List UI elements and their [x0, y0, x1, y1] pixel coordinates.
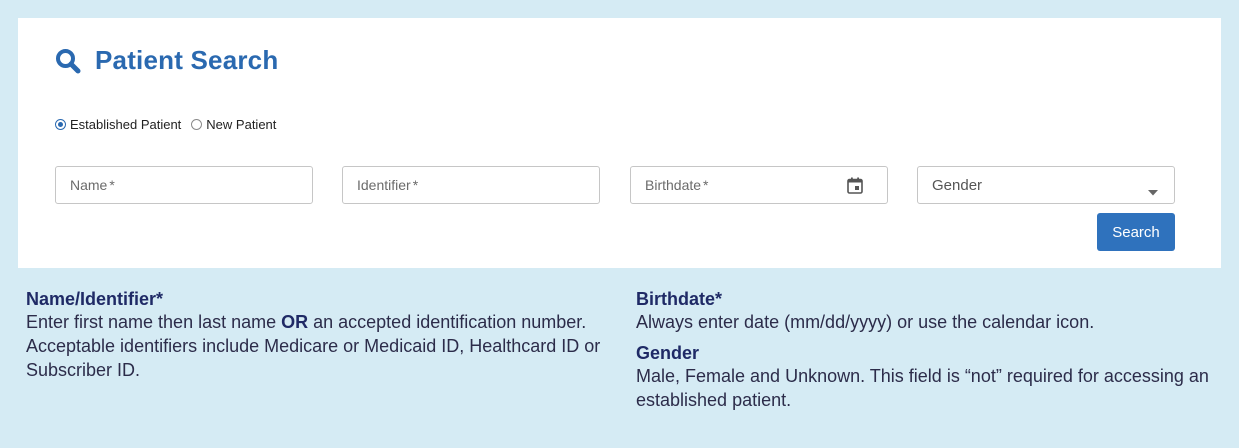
page-title-row: Patient Search [55, 45, 278, 76]
birthdate-placeholder: Birthdate [645, 177, 702, 193]
calendar-icon[interactable] [847, 177, 863, 197]
help-birthdate-text: Always enter date (mm/dd/yyyy) or use th… [636, 312, 1095, 332]
chevron-down-icon[interactable] [1148, 183, 1158, 200]
name-required-mark: * [109, 177, 115, 193]
help-name-identifier: Name/Identifier* Enter first name then l… [26, 288, 616, 382]
help-birthdate-gender: Birthdate* Always enter date (mm/dd/yyyy… [636, 288, 1226, 412]
radio-checked-icon[interactable] [55, 119, 66, 130]
help-name-identifier-text: Enter first name then last name OR an ac… [26, 310, 616, 382]
search-button[interactable]: Search [1097, 213, 1175, 251]
identifier-placeholder: Identifier [357, 177, 411, 193]
patient-type-radio-group: Established Patient New Patient [55, 117, 276, 132]
radio-established-patient[interactable]: Established Patient [55, 117, 181, 132]
help-gender-text: Male, Female and Unknown. This field is … [636, 366, 1209, 410]
patient-search-card: Patient Search Established Patient New P… [18, 18, 1221, 268]
help-name-emphasis: OR [281, 312, 309, 332]
name-placeholder: Name [70, 177, 108, 193]
search-icon [55, 48, 81, 74]
help-name-identifier-heading: Name/Identifier* [26, 289, 164, 309]
help-gender-heading: Gender [636, 343, 700, 363]
gender-selected-value: Gender [932, 176, 983, 194]
help-name-text-before: Enter first name then last name [26, 312, 282, 332]
page-title: Patient Search [95, 45, 279, 75]
name-input[interactable]: Name * [55, 166, 313, 204]
identifier-input[interactable]: Identifier * [342, 166, 600, 204]
help-birthdate-heading: Birthdate* [636, 289, 723, 309]
radio-unchecked-icon[interactable] [191, 119, 203, 130]
radio-new-patient[interactable]: New Patient [191, 117, 276, 132]
identifier-required-mark: * [412, 177, 419, 193]
birthdate-input[interactable]: Birthdate * [630, 166, 888, 204]
gender-select[interactable]: Gender [917, 166, 1175, 204]
radio-new-label: New Patient [206, 117, 277, 132]
birthdate-required-mark: * [703, 177, 709, 193]
radio-established-label: Established Patient [70, 117, 182, 132]
